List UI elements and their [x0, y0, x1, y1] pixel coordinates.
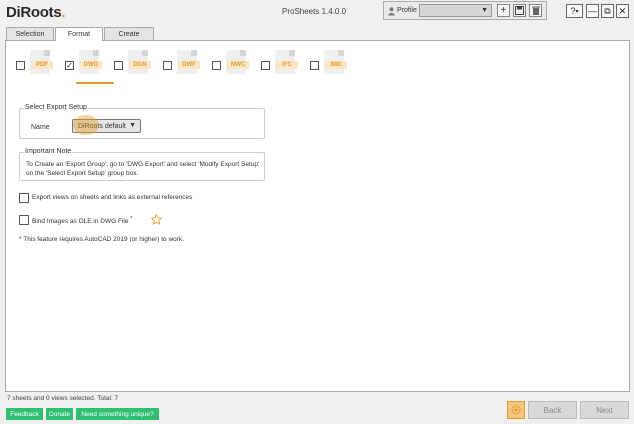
format-ifc[interactable]: IFC: [261, 48, 307, 80]
important-note-group: Important Note To Create an 'Export Grou…: [19, 148, 265, 181]
trash-icon: [531, 6, 540, 15]
dwf-file-icon: DWF: [177, 50, 200, 74]
dwf-checkbox[interactable]: [163, 61, 172, 70]
selected-format-indicator: [76, 82, 114, 84]
export-setup-group: Select Export Setup Name DiRoots default…: [19, 104, 265, 139]
user-icon: [387, 7, 396, 16]
title-bar: DiRoots. ProSheets 1.4.0.0 Profile ▼ + ?…: [0, 0, 634, 26]
export-setup-legend: Select Export Setup: [24, 104, 88, 111]
gear-icon: [511, 405, 521, 415]
nwc-checkbox[interactable]: [212, 61, 221, 70]
important-note-text: To Create an 'Export Group', go to 'DWG …: [26, 161, 260, 177]
help-button[interactable]: ? ▾: [566, 4, 583, 18]
format-img[interactable]: IMG: [310, 48, 356, 80]
cursor-highlight: [73, 115, 99, 135]
need-something-unique-button[interactable]: Need something unique?: [76, 408, 159, 420]
app-title: ProSheets 1.4.0.0: [282, 7, 347, 16]
tab-format[interactable]: Format: [55, 27, 103, 41]
tab-selection[interactable]: Selection: [6, 27, 54, 40]
format-dwg[interactable]: ✓ DWG: [65, 48, 111, 80]
donate-button[interactable]: Donate: [46, 408, 73, 420]
autocad-footnote: * This feature requires AutoCAD 2019 (or…: [19, 236, 184, 243]
bind-images-checkbox[interactable]: [19, 215, 29, 225]
minimize-icon: —: [588, 6, 597, 16]
dwg-file-icon: DWG: [79, 50, 102, 74]
name-label: Name: [31, 124, 50, 131]
external-refs-checkbox[interactable]: [19, 193, 29, 203]
pdf-checkbox[interactable]: [16, 61, 25, 70]
diroots-logo: DiRoots.: [6, 4, 66, 21]
profile-dropdown[interactable]: ▼: [419, 4, 492, 17]
dgn-checkbox[interactable]: [114, 61, 123, 70]
feedback-button[interactable]: Feedback: [6, 408, 43, 420]
close-icon: ✕: [618, 5, 627, 16]
ifc-checkbox[interactable]: [261, 61, 270, 70]
close-button[interactable]: ✕: [616, 4, 629, 18]
profile-bar: Profile ▼ +: [383, 1, 547, 20]
tab-create[interactable]: Create: [104, 27, 154, 40]
format-panel: PDF ✓ DWG DGN DWF NWC IFC IMG Select Exp…: [5, 40, 630, 392]
restore-button[interactable]: ⧉: [601, 4, 614, 18]
save-profile-button[interactable]: [513, 4, 526, 17]
external-refs-label: Export views on sheets and links as exte…: [32, 194, 193, 201]
format-dwf[interactable]: DWF: [163, 48, 209, 80]
next-button[interactable]: Next: [580, 401, 629, 419]
restore-icon: ⧉: [604, 5, 611, 16]
important-note-legend: Important Note: [24, 148, 73, 155]
back-button[interactable]: Back: [528, 401, 577, 419]
plus-icon: +: [500, 4, 507, 16]
minimize-button[interactable]: —: [586, 4, 599, 18]
img-checkbox[interactable]: [310, 61, 319, 70]
format-nwc[interactable]: NWC: [212, 48, 258, 80]
pdf-file-icon: PDF: [30, 50, 53, 74]
format-pdf[interactable]: PDF: [16, 48, 62, 80]
star-icon[interactable]: [151, 214, 162, 225]
format-dgn[interactable]: DGN: [114, 48, 160, 80]
status-text: 7 sheets and 0 views selected. Total: 7: [7, 395, 119, 402]
add-profile-button[interactable]: +: [497, 4, 510, 17]
chevron-down-icon: ▼: [481, 7, 488, 14]
dgn-file-icon: DGN: [128, 50, 151, 74]
delete-profile-button[interactable]: [529, 4, 542, 17]
nwc-file-icon: NWC: [226, 50, 249, 74]
profile-label: Profile: [397, 7, 417, 14]
chevron-down-icon: ▼: [129, 122, 136, 129]
img-file-icon: IMG: [324, 50, 347, 74]
bind-images-label: Bind Images as OLE in DWG File *: [32, 216, 133, 226]
ifc-file-icon: IFC: [275, 50, 298, 74]
save-icon: [515, 6, 524, 15]
dwg-checkbox[interactable]: ✓: [65, 61, 74, 70]
settings-button[interactable]: [507, 401, 525, 419]
